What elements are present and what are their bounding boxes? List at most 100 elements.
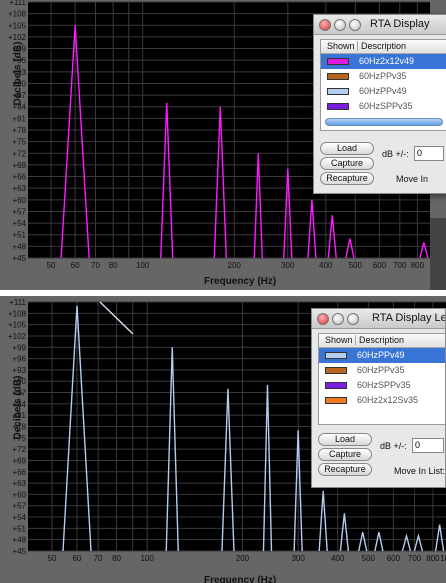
rta-plot-panel-bottom: +111 +108 +105 +102 +99 +96 +93 +90 +87 +84 +81 +78… bbox=[0, 296, 446, 583]
move-in-label: Move In List: bbox=[394, 466, 446, 476]
y-tick-label: +57 bbox=[12, 207, 26, 216]
trace-color-swatch[interactable] bbox=[327, 103, 349, 110]
x-tick-label: 800 bbox=[411, 261, 425, 270]
trace-color-swatch[interactable] bbox=[325, 352, 347, 359]
legend-row[interactable]: 60HzSPPv35 bbox=[319, 378, 445, 393]
legend-row[interactable]: 60Hz2x12Sv35 bbox=[319, 393, 445, 408]
col-shown[interactable]: Shown bbox=[325, 335, 353, 345]
y-tick-label: +66 bbox=[12, 468, 26, 477]
table-header: Shown Description bbox=[319, 334, 445, 348]
rta-app: +111 +108 +105 +102 +99 +96 +93 +90 +87 +84 +81 +78… bbox=[0, 0, 446, 583]
y-tick-label: +111 bbox=[9, 298, 26, 307]
db-label: dB +/-: bbox=[382, 149, 409, 159]
db-offset-field[interactable]: 0 bbox=[414, 146, 444, 161]
legend-table: Shown Description 60Hz2x12v49 60HzPPv35 60… bbox=[320, 39, 446, 131]
col-shown[interactable]: Shown bbox=[327, 41, 355, 51]
legend-titlebar[interactable]: RTA Display Leg bbox=[312, 309, 445, 329]
x-tick-label: 300 bbox=[291, 554, 305, 563]
capture-button[interactable]: Capture bbox=[318, 448, 372, 461]
y-tick-label: +81 bbox=[12, 114, 26, 123]
load-button[interactable]: Load bbox=[318, 433, 372, 446]
x-tick-label: 500 bbox=[349, 261, 363, 270]
y-tick-label: +48 bbox=[12, 242, 26, 251]
horizontal-scrollbar[interactable] bbox=[325, 118, 443, 126]
zoom-icon[interactable] bbox=[349, 19, 361, 31]
recapture-button[interactable]: Recapture bbox=[320, 172, 374, 185]
legend-table: Shown Description 60HzPPv49 60HzPPv35 60Hz… bbox=[318, 333, 445, 425]
trace-color-swatch[interactable] bbox=[327, 73, 349, 80]
x-tick-label: 80 bbox=[109, 261, 118, 270]
capture-button[interactable]: Capture bbox=[320, 157, 374, 170]
y-tick-label: +45 bbox=[12, 547, 26, 556]
x-tick-label: 50 bbox=[48, 554, 57, 563]
trace-color-swatch[interactable] bbox=[325, 367, 347, 374]
x-tick-label: 100 bbox=[141, 554, 155, 563]
col-description[interactable]: Description bbox=[355, 335, 404, 345]
x-tick-label: 200 bbox=[236, 554, 250, 563]
y-tick-label: +75 bbox=[12, 138, 26, 147]
legend-window-top: RTA Display Shown Description 60Hz2x12v4… bbox=[313, 14, 446, 194]
y-tick-label: +54 bbox=[12, 513, 26, 522]
y-tick-label: +69 bbox=[12, 161, 26, 170]
x-tick-label: 1k bbox=[440, 554, 446, 563]
x-tick-label: 80 bbox=[112, 554, 121, 563]
legend-row[interactable]: 60HzSPPv35 bbox=[321, 99, 446, 114]
y-tick-label: +66 bbox=[12, 173, 26, 182]
minimize-icon[interactable] bbox=[332, 313, 344, 325]
col-description[interactable]: Description bbox=[357, 41, 406, 51]
load-button[interactable]: Load bbox=[320, 142, 374, 155]
y-tick-label: +51 bbox=[12, 524, 26, 533]
db-offset-field[interactable]: 0 bbox=[412, 438, 444, 453]
legend-row[interactable]: 60HzPPv49 bbox=[319, 348, 445, 363]
y-tick-label: +48 bbox=[12, 536, 26, 545]
y-tick-label: +111 bbox=[9, 0, 26, 7]
y-tick-label: +102 bbox=[8, 332, 27, 341]
x-tick-label: 700 bbox=[393, 261, 407, 270]
x-axis-label: Frequency (Hz) bbox=[204, 276, 277, 287]
x-tick-label: 400 bbox=[331, 554, 345, 563]
x-tick-label: 400 bbox=[319, 261, 333, 270]
close-icon[interactable] bbox=[319, 19, 331, 31]
y-tick-label: +69 bbox=[12, 456, 26, 465]
x-tick-label: 600 bbox=[373, 261, 387, 270]
y-tick-label: +57 bbox=[12, 502, 26, 511]
x-tick-label: 300 bbox=[281, 261, 295, 270]
x-tick-label: 60 bbox=[73, 554, 82, 563]
y-tick-label: +99 bbox=[12, 343, 26, 352]
db-label: dB +/-: bbox=[380, 441, 407, 451]
trace-description: 60Hz2x12v49 bbox=[359, 56, 415, 66]
legend-row[interactable]: 60HzPPv35 bbox=[321, 69, 446, 84]
trace-color-swatch[interactable] bbox=[325, 397, 347, 404]
trace-description: 60HzPPv49 bbox=[357, 350, 405, 360]
legend-row[interactable]: 60Hz2x12v49 bbox=[321, 54, 446, 69]
y-tick-label: +78 bbox=[12, 126, 26, 135]
trace-color-swatch[interactable] bbox=[325, 382, 347, 389]
y-tick-label: +108 bbox=[8, 309, 27, 318]
x-tick-label: 600 bbox=[387, 554, 401, 563]
trace-description: 60HzPPv35 bbox=[359, 71, 407, 81]
x-tick-label: 700 bbox=[408, 554, 422, 563]
zoom-icon[interactable] bbox=[347, 313, 359, 325]
minimize-icon[interactable] bbox=[334, 19, 346, 31]
close-icon[interactable] bbox=[317, 313, 329, 325]
x-axis-label: Frequency (Hz) bbox=[204, 575, 277, 583]
x-tick-label: 50 bbox=[47, 261, 56, 270]
trace-description: 60Hz2x12Sv35 bbox=[357, 395, 419, 405]
trace-description: 60HzSPPv35 bbox=[359, 101, 413, 111]
y-axis-label: Decibels (dB) bbox=[12, 375, 24, 440]
legend-row[interactable]: 60HzPPv49 bbox=[321, 84, 446, 99]
y-tick-label: +72 bbox=[12, 445, 26, 454]
y-tick-label: +54 bbox=[12, 219, 26, 228]
x-tick-label: 500 bbox=[362, 554, 376, 563]
legend-titlebar[interactable]: RTA Display bbox=[314, 15, 446, 35]
y-tick-label: +51 bbox=[12, 231, 26, 240]
window-title: RTA Display bbox=[370, 18, 430, 30]
trace-color-swatch[interactable] bbox=[327, 88, 349, 95]
y-axis-label: Decibels (dB) bbox=[12, 41, 24, 106]
y-tick-label: +60 bbox=[12, 196, 26, 205]
y-tick-label: +60 bbox=[12, 490, 26, 499]
trace-color-swatch[interactable] bbox=[327, 58, 349, 65]
legend-row[interactable]: 60HzPPv35 bbox=[319, 363, 445, 378]
x-tick-label: 70 bbox=[94, 554, 103, 563]
recapture-button[interactable]: Recapture bbox=[318, 463, 372, 476]
